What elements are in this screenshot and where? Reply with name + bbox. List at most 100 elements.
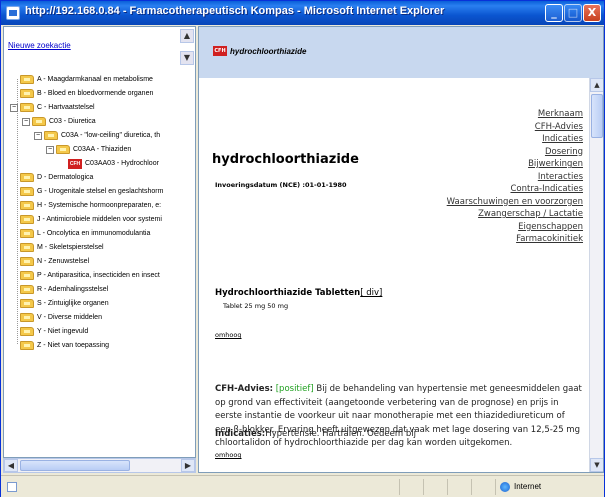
new-search-link[interactable]: Nieuwe zoekactie	[8, 41, 71, 50]
page-title: hydrochloorthiazide	[212, 152, 359, 167]
tree-item-n[interactable]: N - Zenuwstelsel	[20, 255, 89, 268]
cfh-product-icon: CFH	[68, 158, 82, 169]
link-bijwerkingen[interactable]: Bijwerkingen	[447, 158, 583, 171]
tree-label: H - Systemische hormoonpreparaten, e:	[37, 202, 162, 209]
tree-item-r[interactable]: R - Ademhalingsstelsel	[20, 283, 108, 296]
status-divider	[399, 479, 400, 495]
tree-item-a[interactable]: A - Maagdarmkanaal en metabolisme	[20, 73, 153, 86]
tree-label: Y - Niet ingevuld	[37, 328, 89, 335]
scroll-thumb[interactable]	[591, 94, 603, 138]
collapse-icon[interactable]: −	[46, 145, 54, 154]
introduction-date: Invoeringsdatum (NCE) :01-01-1980	[215, 181, 347, 189]
link-zwangerschap[interactable]: Zwangerschap / Lactatie	[447, 208, 583, 221]
folder-icon	[20, 75, 34, 84]
tree-label: D - Dermatologica	[37, 174, 94, 181]
maximize-button[interactable]: □	[564, 4, 582, 22]
scroll-up-arrow-icon[interactable]: ▲	[590, 78, 603, 92]
status-divider	[423, 479, 424, 495]
collapse-icon[interactable]: −	[22, 117, 30, 126]
tree-item-c03a[interactable]: − C03A - "low-ceiling" diuretica, th	[34, 129, 160, 142]
tree-item-l[interactable]: L - Oncolytica en immunomodulantia	[20, 227, 150, 240]
link-eigenschappen[interactable]: Eigenschappen	[447, 221, 583, 234]
scroll-down-arrow-icon[interactable]: ▼	[590, 458, 603, 472]
collapse-icon[interactable]: −	[10, 103, 18, 112]
link-farmacokinitiek[interactable]: Farmacokinitiek	[447, 233, 583, 246]
tree-item-z[interactable]: Z - Niet van toepassing	[20, 339, 109, 352]
folder-open-icon	[32, 117, 46, 126]
status-divider	[471, 479, 472, 495]
tree-label: C03AA03 - Hydrochloor	[85, 160, 159, 167]
folder-icon	[20, 341, 34, 350]
link-cfh-advies[interactable]: CFH-Advies	[447, 121, 583, 134]
omhoog-link[interactable]: omhoog	[215, 331, 242, 339]
folder-open-icon	[20, 103, 34, 112]
folder-icon	[20, 201, 34, 210]
tree-item-j[interactable]: J - Antimicrobiele middelen voor systemi	[20, 213, 162, 226]
tree-label: N - Zenuwstelsel	[37, 258, 90, 265]
scroll-left-arrow-icon[interactable]: ◀	[4, 459, 18, 472]
link-waarschuwingen[interactable]: Waarschuwingen en voorzorgen	[447, 196, 583, 209]
folder-icon	[20, 327, 34, 336]
header-title: hydrochloorthiazide	[230, 47, 307, 56]
content-pane: CFH hydrochloorthiazide Merknaam CFH-Adv…	[198, 26, 604, 473]
close-button[interactable]: X	[583, 4, 601, 22]
div-link[interactable]: [ div]	[360, 288, 382, 298]
security-zone: Internet	[514, 482, 542, 491]
link-contra-indicaties[interactable]: Contra-Indicaties	[447, 183, 583, 196]
left-horizontal-scrollbar[interactable]: ◀ ▶	[3, 458, 196, 473]
indicaties-text: Hypertensie. Hartfalen. Oedeem bij	[265, 429, 416, 439]
tree-item-v[interactable]: V - Diverse middelen	[20, 311, 102, 324]
tree-item-h[interactable]: H - Systemische hormoonpreparaten, e:	[20, 199, 161, 212]
advies-positief-link[interactable]: [positief]	[276, 384, 314, 394]
tree-item-g[interactable]: G - Urogenitale stelsel en geslachtshorm	[20, 185, 163, 198]
folder-icon	[20, 187, 34, 196]
tree-label: C - Hartvaatstelsel	[37, 104, 95, 111]
tree-label: B - Bloed en bloedvormende organen	[37, 90, 154, 97]
internet-globe-icon	[500, 482, 510, 492]
scroll-up-arrow-icon[interactable]: ▲	[180, 29, 194, 43]
tree-item-c03[interactable]: − C03 - Diuretica	[22, 115, 96, 128]
tree-label: A - Maagdarmkanaal en metabolisme	[37, 76, 153, 83]
page-status-icon	[7, 482, 17, 492]
tree-item-p[interactable]: P - Antiparasitica, insecticiden en inse…	[20, 269, 160, 282]
folder-icon	[20, 173, 34, 182]
tree-label: S - Zintuiglijke organen	[37, 300, 109, 307]
tree-item-c[interactable]: − C - Hartvaatstelsel	[10, 101, 95, 114]
content-vertical-scrollbar[interactable]: ▲ ▼	[589, 78, 603, 472]
tree-label: P - Antiparasitica, insecticiden en inse…	[37, 272, 160, 279]
folder-icon	[20, 271, 34, 280]
tree-label: J - Antimicrobiele middelen voor systemi	[37, 216, 162, 223]
folder-icon	[20, 285, 34, 294]
status-divider	[495, 479, 496, 495]
link-dosering[interactable]: Dosering	[447, 146, 583, 159]
minimize-button[interactable]: _	[545, 4, 563, 22]
tree-label: G - Urogenitale stelsel en geslachtshorm	[37, 188, 164, 195]
tree-item-d[interactable]: D - Dermatologica	[20, 171, 93, 184]
status-bar: Internet	[1, 475, 604, 497]
product-title-text: Hydrochloorthiazide Tabletten	[215, 288, 361, 298]
monograph-document: Merknaam CFH-Advies Indicaties Dosering …	[199, 78, 589, 472]
collapse-icon[interactable]: −	[34, 131, 42, 140]
folder-icon	[20, 299, 34, 308]
link-indicaties[interactable]: Indicaties	[447, 133, 583, 146]
tree-item-y[interactable]: Y - Niet ingevuld	[20, 325, 88, 338]
scroll-right-arrow-icon[interactable]: ▶	[181, 459, 195, 472]
tree-item-b[interactable]: B - Bloed en bloedvormende organen	[20, 87, 153, 100]
tree-label: C03 - Diuretica	[49, 118, 96, 125]
product-header: CFH hydrochloorthiazide	[199, 27, 603, 78]
browser-window: http://192.168.0.84 - Farmacotherapeutis…	[0, 0, 605, 497]
tree-item-s[interactable]: S - Zintuiglijke organen	[20, 297, 109, 310]
tree-item-m[interactable]: M - Skeletspierstelsel	[20, 241, 104, 254]
tree-item-c03aa03[interactable]: CFH C03AA03 - Hydrochloor	[68, 157, 159, 170]
title-bar[interactable]: http://192.168.0.84 - Farmacotherapeutis…	[1, 1, 604, 25]
tree-item-c03aa[interactable]: − C03AA - Thiaziden	[46, 143, 131, 156]
link-interacties[interactable]: Interacties	[447, 171, 583, 184]
omhoog-link[interactable]: omhoog	[215, 451, 242, 459]
navigation-pane: Nieuwe zoekactie ▲ ▼ A - Maagdarmkanaal …	[3, 26, 196, 458]
window-title: http://192.168.0.84 - Farmacotherapeutis…	[25, 5, 445, 17]
link-merknaam[interactable]: Merknaam	[447, 108, 583, 121]
scroll-down-arrow-icon[interactable]: ▼	[180, 51, 194, 65]
scroll-thumb[interactable]	[20, 460, 130, 471]
section-links: Merknaam CFH-Advies Indicaties Dosering …	[447, 108, 583, 246]
folder-icon	[20, 313, 34, 322]
